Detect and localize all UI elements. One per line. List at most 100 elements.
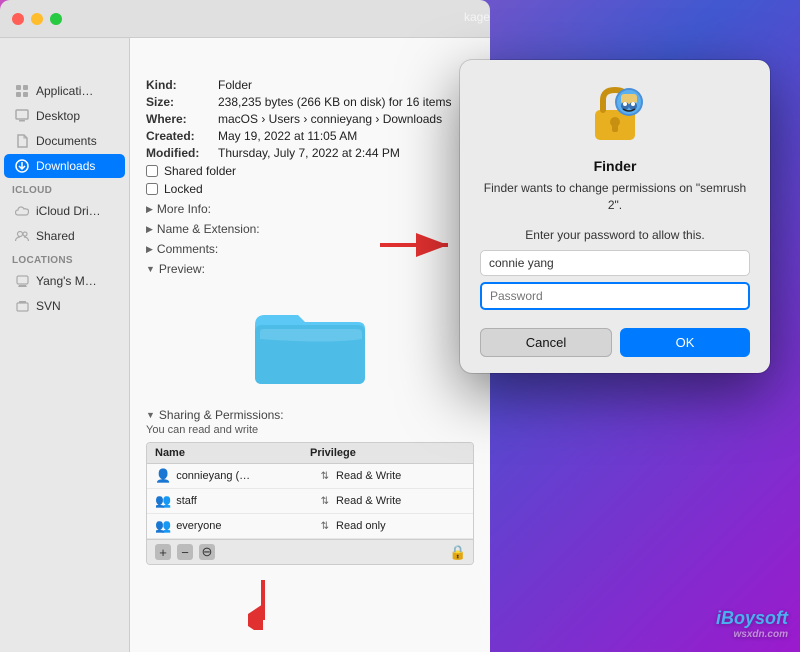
permissions-arrow: ▼ xyxy=(146,410,155,420)
kind-row: Kind: Folder xyxy=(146,78,474,92)
dialog-buttons: Cancel OK xyxy=(480,328,750,357)
permission-dialog: Finder Finder wants to change permission… xyxy=(460,60,770,373)
kind-value: Folder xyxy=(218,78,252,92)
sidebar-item-applications[interactable]: Applicati… xyxy=(4,79,125,103)
sidebar: Applicati… Desktop Documents Downloads xyxy=(0,38,130,652)
svn-icon xyxy=(14,298,30,314)
name-extension-label: Name & Extension: xyxy=(157,222,260,236)
fullscreen-button[interactable] xyxy=(50,13,62,25)
comments-label: Comments: xyxy=(157,242,218,256)
size-label: Size: xyxy=(146,95,218,109)
sidebar-item-shared[interactable]: Shared xyxy=(4,224,125,248)
sidebar-item-svn[interactable]: SVN xyxy=(4,294,125,318)
password-input[interactable] xyxy=(480,282,750,310)
folder-icon xyxy=(250,292,370,392)
kind-label: Kind: xyxy=(146,78,218,92)
sidebar-label-desktop: Desktop xyxy=(36,109,80,123)
dialog-message: Finder wants to change permissions on "s… xyxy=(480,180,750,214)
created-value: May 19, 2022 at 11:05 AM xyxy=(218,129,357,143)
sidebar-item-downloads[interactable]: Downloads xyxy=(4,154,125,178)
perm-user-2: everyone xyxy=(176,520,320,532)
size-row: Size: 238,235 bytes (266 KB on disk) for… xyxy=(146,95,474,109)
permissions-header: Name Privilege xyxy=(147,443,473,464)
permissions-toggle[interactable]: ▼ Sharing & Permissions: xyxy=(146,408,474,422)
sidebar-label-svn: SVN xyxy=(36,299,61,313)
comments-arrow: ▶ xyxy=(146,244,153,255)
created-row: Created: May 19, 2022 at 11:05 AM xyxy=(146,129,474,143)
applications-icon xyxy=(14,83,30,99)
permissions-section: ▼ Sharing & Permissions: You can read an… xyxy=(146,408,474,565)
locked-row[interactable]: Locked xyxy=(146,182,474,196)
desktop-icon xyxy=(14,108,30,124)
sidebar-item-desktop[interactable]: Desktop xyxy=(4,104,125,128)
perm-user-0: connieyang (… xyxy=(176,470,320,482)
documents-icon xyxy=(14,133,30,149)
right-edge-label: kage xyxy=(464,10,490,24)
cancel-button[interactable]: Cancel xyxy=(480,328,612,357)
size-value: 238,235 bytes (266 KB on disk) for 16 it… xyxy=(218,95,451,109)
preview-toggle[interactable]: ▼ Preview: xyxy=(146,262,474,276)
shared-folder-row[interactable]: Shared folder xyxy=(146,164,474,178)
sidebar-item-icloud-drive[interactable]: iCloud Dri… xyxy=(4,199,125,223)
lock-icon[interactable]: 🔒 xyxy=(449,544,465,560)
add-permission-button[interactable]: + xyxy=(155,544,171,560)
where-value: macOS › Users › connieyang › Downloads xyxy=(218,112,442,126)
sidebar-label-yangs-m: Yang's M… xyxy=(36,274,97,288)
watermark-brand: iBoysoft xyxy=(716,608,788,628)
table-row: 👥 staff ⇅ Read & Write xyxy=(147,489,473,514)
name-extension-arrow: ▶ xyxy=(146,224,153,235)
perm-priv-1: ⇅ Read & Write xyxy=(321,495,465,507)
modified-label: Modified: xyxy=(146,146,218,160)
more-info-toggle[interactable]: ▶ More Info: xyxy=(146,202,474,216)
dialog-prompt: Enter your password to allow this. xyxy=(480,228,750,242)
permissions-table: Name Privilege 👤 connieyang (… ⇅ Read & … xyxy=(146,442,474,565)
sidebar-item-documents[interactable]: Documents xyxy=(4,129,125,153)
where-label: Where: xyxy=(146,112,218,126)
sidebar-label-downloads: Downloads xyxy=(36,159,95,173)
finder-window: Applicati… Desktop Documents Downloads xyxy=(0,0,490,652)
close-button[interactable] xyxy=(12,13,24,25)
sidebar-label-documents: Documents xyxy=(36,134,97,148)
remove-permission-button[interactable]: − xyxy=(177,544,193,560)
modified-value: Thursday, July 7, 2022 at 2:44 PM xyxy=(218,146,400,160)
locations-section-label: Locations xyxy=(0,249,129,268)
col-privilege-header: Privilege xyxy=(310,447,465,459)
locked-checkbox[interactable] xyxy=(146,183,158,195)
folder-preview xyxy=(146,292,474,392)
shared-folder-label: Shared folder xyxy=(164,164,236,178)
locked-label: Locked xyxy=(164,182,203,196)
col-name-header: Name xyxy=(155,447,310,459)
user-icon-0: 👤 xyxy=(155,468,171,484)
minimize-button[interactable] xyxy=(31,13,43,25)
where-row: Where: macOS › Users › connieyang › Down… xyxy=(146,112,474,126)
shared-folder-checkbox[interactable] xyxy=(146,165,158,177)
table-toolbar: + − ⊖ 🔒 xyxy=(147,539,473,564)
shared-icon xyxy=(14,228,30,244)
mac-icon xyxy=(14,273,30,289)
permissions-subtitle: You can read and write xyxy=(146,424,474,436)
username-display: connie yang xyxy=(480,250,750,276)
main-content: Kind: Folder Size: 238,235 bytes (266 KB… xyxy=(130,38,490,652)
finder-inner: Applicati… Desktop Documents Downloads xyxy=(0,38,490,652)
perm-user-1: staff xyxy=(176,495,320,507)
preview-arrow: ▼ xyxy=(146,264,155,274)
watermark: iBoysoft wsxdn.com xyxy=(716,608,788,640)
more-info-label: More Info: xyxy=(157,202,211,216)
created-label: Created: xyxy=(146,129,218,143)
modified-row: Modified: Thursday, July 7, 2022 at 2:44… xyxy=(146,146,474,160)
dialog-title: Finder xyxy=(480,158,750,174)
sidebar-label-icloud-drive: iCloud Dri… xyxy=(36,204,101,218)
name-extension-toggle[interactable]: ▶ Name & Extension: xyxy=(146,222,474,236)
downloads-icon xyxy=(14,158,30,174)
icloud-icon xyxy=(14,203,30,219)
permission-menu-button[interactable]: ⊖ xyxy=(199,544,215,560)
table-row: 👤 connieyang (… ⇅ Read & Write xyxy=(147,464,473,489)
dialog-icon xyxy=(585,80,645,150)
more-info-arrow: ▶ xyxy=(146,204,153,215)
perm-priv-2: ⇅ Read only xyxy=(321,520,465,532)
sidebar-item-yangs-m[interactable]: Yang's M… xyxy=(4,269,125,293)
window-chrome xyxy=(0,0,490,38)
lock-finder-icon xyxy=(585,80,645,150)
comments-toggle[interactable]: ▶ Comments: xyxy=(146,242,474,256)
ok-button[interactable]: OK xyxy=(620,328,750,357)
